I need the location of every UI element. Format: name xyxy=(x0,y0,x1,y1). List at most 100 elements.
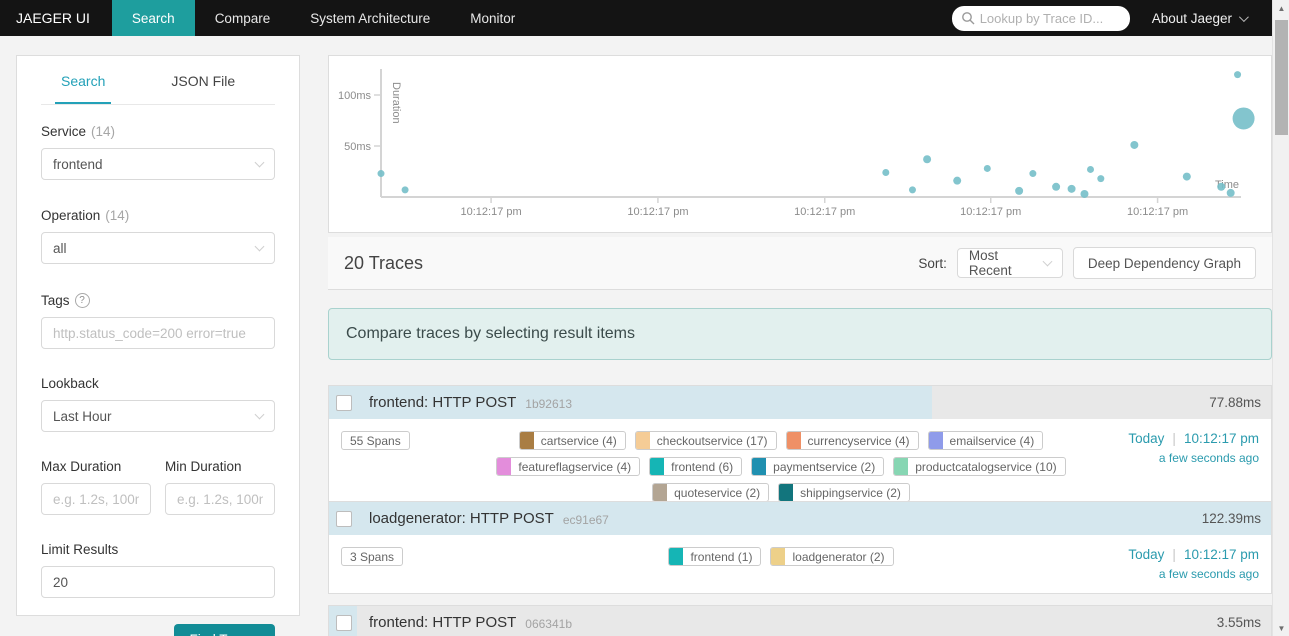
trace-date-link[interactable]: Today | 10:12:17 pm xyxy=(1128,431,1259,446)
lookback-field: Lookback Last Hour xyxy=(41,376,275,432)
trace-scatter-point[interactable] xyxy=(1087,165,1094,173)
scroll-down-icon[interactable]: ▼ xyxy=(1273,620,1289,636)
min-duration-field: Min Duration xyxy=(165,459,275,515)
trace-select-checkbox[interactable] xyxy=(336,394,352,411)
limit-results-input[interactable] xyxy=(41,566,275,598)
service-color-swatch xyxy=(752,458,767,475)
trace-body: 55 Spans cartservice (4) checkoutservice (… xyxy=(329,419,1271,514)
service-chip: emailservice (4) xyxy=(927,431,1044,450)
scrollbar-thumb[interactable] xyxy=(1275,20,1288,135)
trace-scatter-point[interactable] xyxy=(983,164,991,172)
service-color-swatch xyxy=(497,458,512,475)
trace-scatter-point[interactable] xyxy=(1182,172,1191,181)
lookback-select[interactable]: Last Hour xyxy=(41,400,275,432)
chevron-down-icon xyxy=(1238,11,1249,22)
trace-duration: 122.39ms xyxy=(1201,511,1261,526)
trace-scatter-point[interactable] xyxy=(1080,189,1089,198)
trace-scatter-point[interactable] xyxy=(1029,170,1037,178)
x-tick-label: 10:12:17 pm xyxy=(960,206,1021,218)
trace-scatter-point[interactable] xyxy=(1097,175,1105,183)
page-scrollbar[interactable]: ▲ ▼ xyxy=(1272,0,1289,636)
chevron-down-icon xyxy=(1042,256,1053,267)
trace-result-card[interactable]: frontend: HTTP POST 1b92613 77.88ms 55 Span… xyxy=(328,385,1272,515)
trace-scatter-point[interactable] xyxy=(1130,140,1139,149)
trace-scatter-point[interactable] xyxy=(1234,71,1242,79)
trace-scatter-point[interactable] xyxy=(1217,182,1226,191)
limit-results-label: Limit Results xyxy=(41,542,119,557)
nav-item-system-architecture[interactable]: System Architecture xyxy=(290,0,450,36)
trace-result-card[interactable]: loadgenerator: HTTP POST ec91e67 122.39ms 3… xyxy=(328,501,1272,594)
trace-title[interactable]: frontend: HTTP POST xyxy=(369,394,516,411)
nav-item-monitor[interactable]: Monitor xyxy=(450,0,535,36)
find-traces-button[interactable]: Find Traces xyxy=(174,624,275,636)
tab-json-file[interactable]: JSON File xyxy=(165,56,241,104)
tags-input[interactable] xyxy=(41,317,275,349)
y-tick-label: 100ms xyxy=(338,90,372,102)
nav-item-compare[interactable]: Compare xyxy=(195,0,291,36)
sort-select[interactable]: Most Recent xyxy=(956,248,1063,278)
trace-scatter-point[interactable] xyxy=(953,176,962,185)
min-duration-input[interactable] xyxy=(165,483,275,515)
about-jaeger-menu[interactable]: About Jaeger xyxy=(1130,11,1272,26)
x-tick-label: 10:12:17 pm xyxy=(461,206,522,218)
service-chip: quoteservice (2) xyxy=(652,483,770,502)
lookback-label: Lookback xyxy=(41,376,99,391)
sort-select-value: Most Recent xyxy=(968,248,1012,278)
trace-date-link[interactable]: Today | 10:12:17 pm xyxy=(1128,547,1259,562)
limit-results-field: Limit Results xyxy=(41,542,275,598)
y-tick-label: 50ms xyxy=(344,141,371,153)
trace-scatter-point[interactable] xyxy=(923,155,932,164)
trace-select-checkbox[interactable] xyxy=(336,614,352,631)
trace-scatter-point[interactable] xyxy=(908,186,916,194)
service-chip: shippingservice (2) xyxy=(778,483,910,502)
trace-scatter-point[interactable] xyxy=(1067,184,1076,193)
trace-header[interactable]: frontend: HTTP POST 066341b 3.55ms xyxy=(329,606,1271,636)
trace-scatter-point[interactable] xyxy=(401,186,409,194)
app-brand[interactable]: JAEGER UI xyxy=(0,10,112,26)
operation-select[interactable]: all xyxy=(41,232,275,264)
trace-scatter-point[interactable] xyxy=(1052,182,1061,191)
trace-lookup-input[interactable] xyxy=(951,5,1130,31)
lookback-select-value: Last Hour xyxy=(53,408,112,424)
max-duration-input[interactable] xyxy=(41,483,151,515)
nav-item-search[interactable]: Search xyxy=(111,0,195,36)
service-select[interactable]: frontend xyxy=(41,148,275,180)
trace-body: 3 Spans frontend (1) loadgenerator (2) Toda… xyxy=(329,535,1271,593)
chevron-down-icon xyxy=(254,409,265,420)
trace-lookup-search xyxy=(951,5,1130,31)
x-tick-label: 10:12:17 pm xyxy=(1127,206,1188,218)
trace-scatter-point[interactable] xyxy=(1015,186,1024,195)
chevron-down-icon xyxy=(254,157,265,168)
operation-label: Operation (14) xyxy=(41,208,130,223)
trace-header[interactable]: frontend: HTTP POST 1b92613 77.88ms xyxy=(329,386,1271,419)
service-field: Service (14) frontend xyxy=(41,124,275,180)
service-chip: checkoutservice (17) xyxy=(634,431,777,450)
max-duration-label: Max Duration xyxy=(41,459,122,474)
service-color-swatch xyxy=(635,432,650,449)
trace-result-card[interactable]: frontend: HTTP POST 066341b 3.55ms xyxy=(328,605,1272,636)
trace-scatter-point[interactable] xyxy=(1226,188,1235,197)
duration-scatter-chart[interactable]: Duration Time 50ms 100ms 10:12:17 pm 10:12:… xyxy=(328,55,1272,233)
service-color-swatch xyxy=(669,548,684,565)
service-color-swatch xyxy=(779,484,794,501)
help-icon[interactable]: ? xyxy=(74,293,90,308)
scroll-up-icon[interactable]: ▲ xyxy=(1273,0,1289,16)
service-color-swatch xyxy=(894,458,909,475)
service-color-swatch xyxy=(786,432,801,449)
service-chips: cartservice (4) checkoutservice (17) curre… xyxy=(481,429,1081,502)
trace-title[interactable]: frontend: HTTP POST xyxy=(369,614,516,631)
trace-title[interactable]: loadgenerator: HTTP POST xyxy=(369,510,554,527)
trace-header[interactable]: loadgenerator: HTTP POST ec91e67 122.39ms xyxy=(329,502,1271,535)
trace-scatter-point[interactable] xyxy=(377,170,385,178)
trace-scatter-point[interactable] xyxy=(1232,107,1255,130)
search-sidebar: Search JSON File Service (14) frontend O… xyxy=(16,55,300,636)
max-duration-field: Max Duration xyxy=(41,459,151,515)
tab-search[interactable]: Search xyxy=(55,56,112,104)
service-color-swatch xyxy=(650,458,665,475)
operation-field: Operation (14) all xyxy=(41,208,275,264)
trace-scatter-point[interactable] xyxy=(882,169,890,177)
service-chip: frontend (6) xyxy=(649,457,743,476)
service-chip: cartservice (4) xyxy=(518,431,626,450)
deep-dependency-graph-button[interactable]: Deep Dependency Graph xyxy=(1072,247,1256,279)
trace-select-checkbox[interactable] xyxy=(336,510,352,527)
